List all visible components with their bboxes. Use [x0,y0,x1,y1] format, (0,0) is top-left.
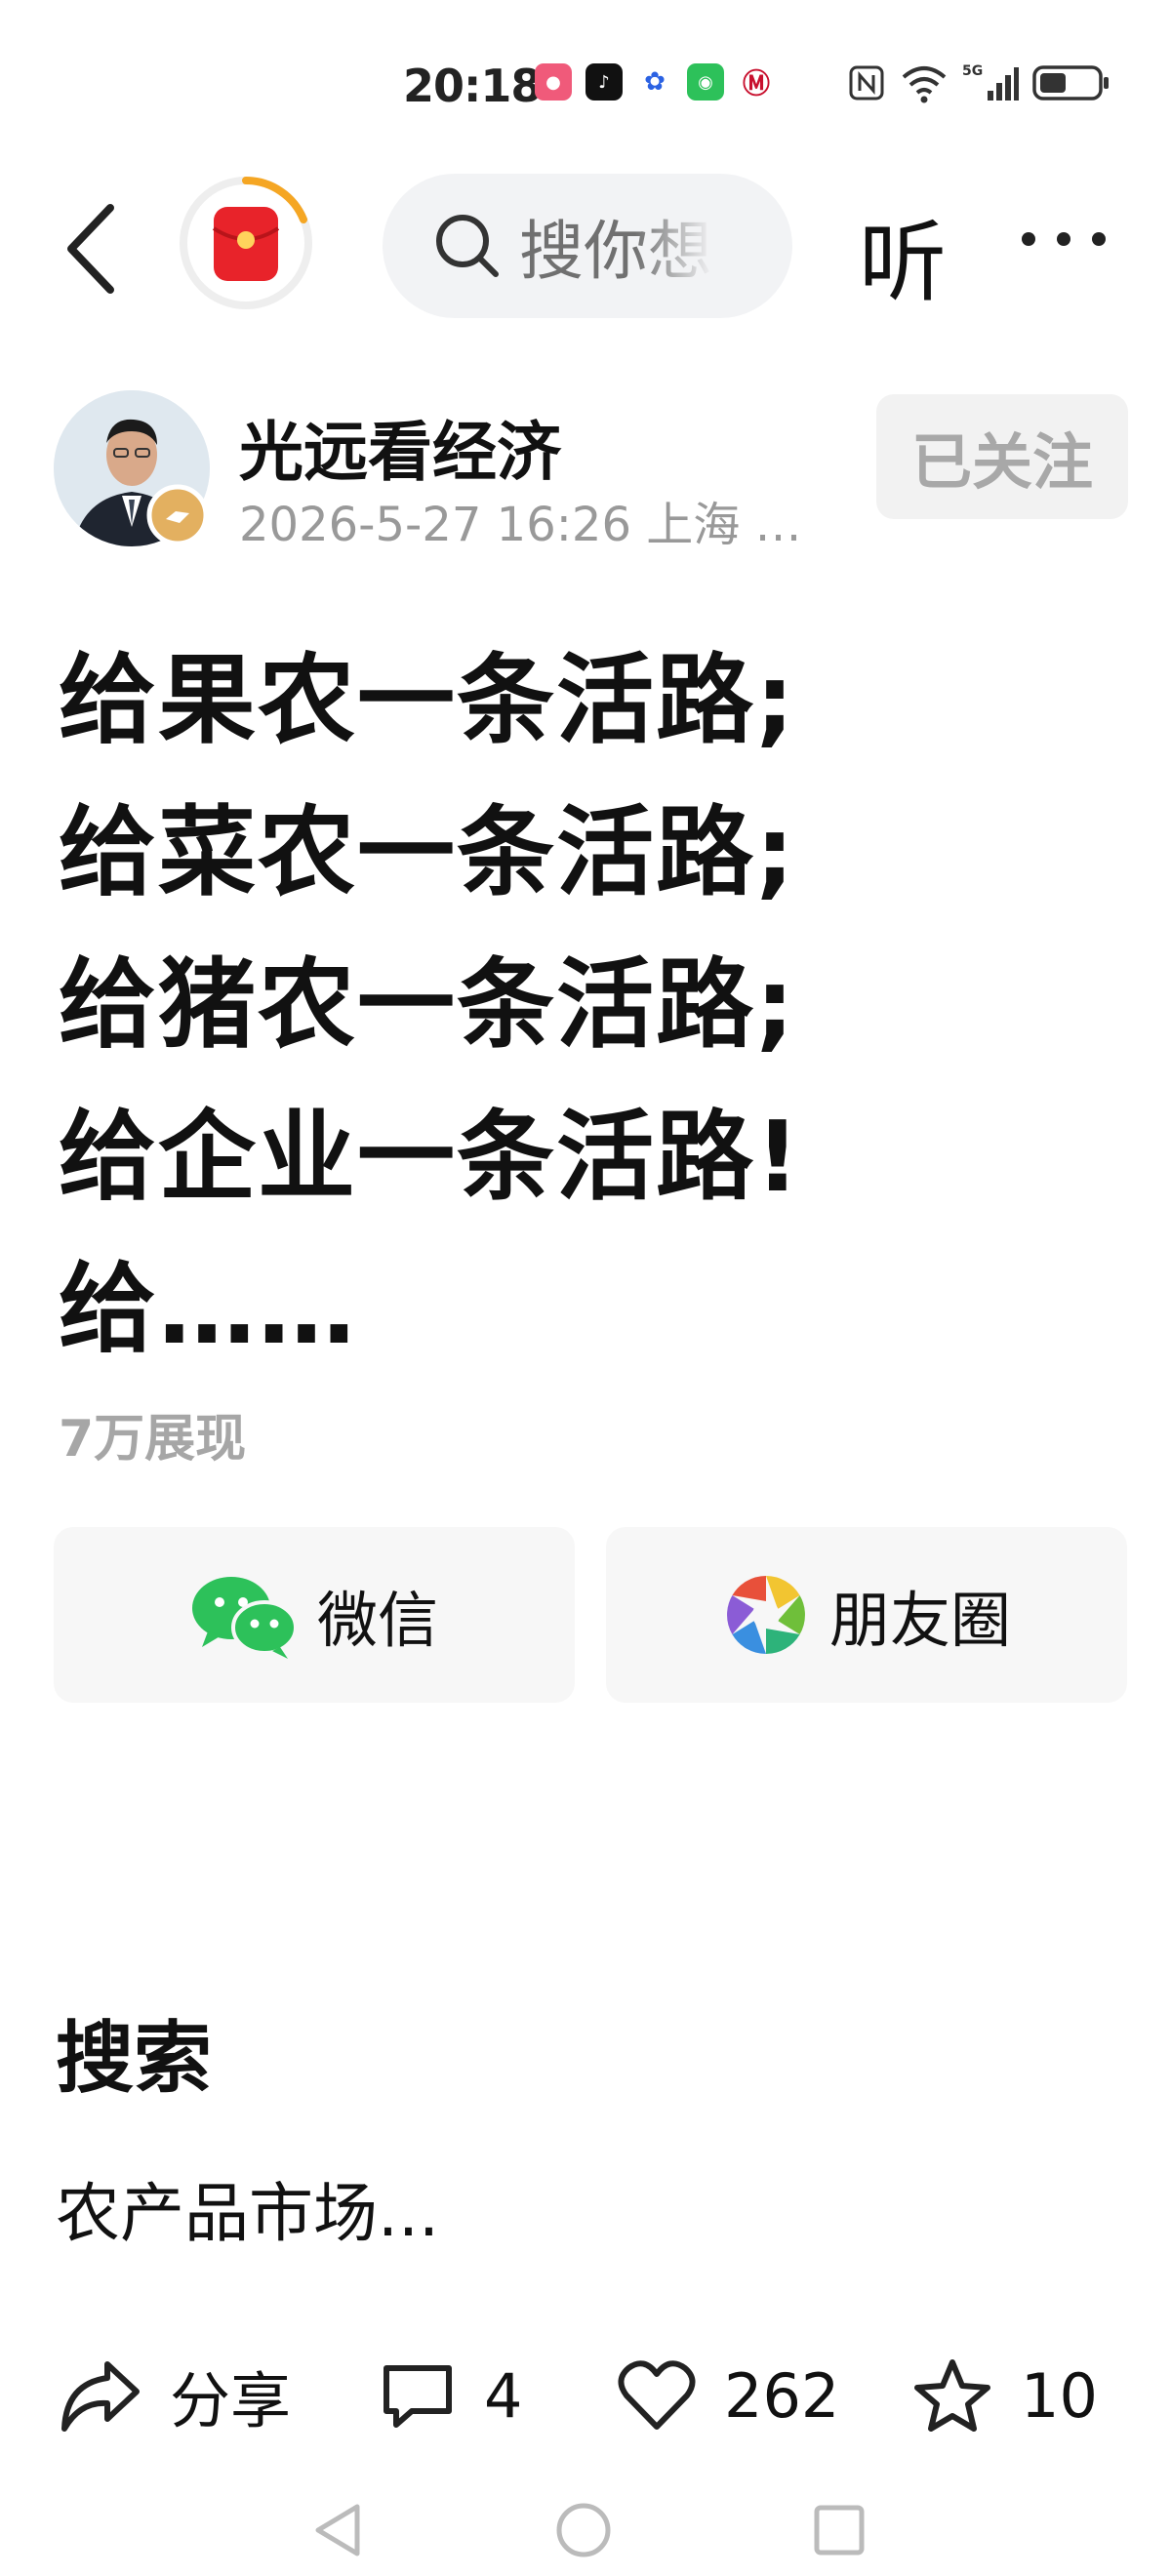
verified-badge-icon [146,484,209,546]
moments-icon [727,1576,805,1654]
top-nav: 搜你想 听 [0,166,1171,322]
like-button[interactable]: 262 [617,2342,839,2449]
comment-count: 4 [484,2359,523,2432]
share-row: 微信 朋友圈 [54,1527,1127,1703]
status-bar: 20:18 ● ♪ ✿ ◉ Ⓜ 5G [0,54,1171,122]
status-time: 20:18 [403,60,542,112]
author-row: 光远看经济 2026-5-27 16:26 上海 头条创作者 已关注 [0,390,1171,556]
share-moments-label: 朋友圈 [828,1585,1011,1656]
system-nav-bar [0,2493,1171,2571]
search-input[interactable]: 搜你想 [383,174,792,318]
post-line: 给猪农一条活路; [59,947,796,1062]
follow-button[interactable]: 已关注 [876,394,1128,519]
comment-icon [384,2365,452,2428]
red-packet-icon[interactable] [179,176,313,310]
wechat-icon: ◉ [687,63,724,101]
search-section-title: 搜索 [56,2013,212,2104]
post-line: 给…… [59,1252,357,1366]
share-label: 分享 [170,2365,292,2436]
share-wechat-button[interactable]: 微信 [54,1527,575,1703]
wifi-icon [902,66,947,103]
post-line: 给企业一条活路! [59,1100,802,1214]
signal-5g-icon: 5G [962,63,1019,101]
battery-icon [1032,65,1109,101]
nfc-icon [849,65,884,101]
author-name[interactable]: 光远看经济 [239,400,561,494]
post-content: 给果农一条活路; 给菜农一条活路; 给猪农一条活路; 给企业一条活路! 给…… [59,624,1132,1386]
star-icon [914,2359,990,2432]
nav-recents-icon[interactable] [812,2503,867,2557]
action-bar: 分享 4 262 10 [0,2342,1171,2449]
post-meta: 2026-5-27 16:26 上海 头条创作者 [239,498,844,552]
nav-home-icon[interactable] [554,2501,613,2559]
share-moments-button[interactable]: 朋友圈 [606,1527,1127,1703]
post-line: 给菜农一条活路; [59,795,796,909]
app-notification-icon: ● [535,63,572,101]
back-icon[interactable] [54,200,132,298]
more-icon[interactable] [1015,205,1112,273]
comment-button[interactable]: 4 [379,2342,522,2449]
notification-icons: ● ♪ ✿ ◉ Ⓜ [535,63,775,101]
share-button[interactable]: 分享 [59,2342,291,2449]
system-indicators: 5G [847,61,1110,104]
page: 20:18 ● ♪ ✿ ◉ Ⓜ 5G 搜你想 听 光远看经济 2026-5-27… [0,0,1171,2576]
search-placeholder: 搜你想 [519,214,712,289]
share-wechat-label: 微信 [316,1585,438,1656]
nav-back-icon[interactable] [310,2501,365,2559]
bank-icon: Ⓜ [738,63,775,101]
search-suggestion[interactable]: 农产品市场... [56,2161,439,2255]
heart-icon [618,2360,696,2430]
baidu-icon: ✿ [636,63,673,101]
svg-text:5G: 5G [962,63,983,79]
douyin-icon: ♪ [586,63,623,101]
view-count: 7万展现 [59,1410,247,1469]
search-icon [436,215,499,277]
share-icon [61,2361,140,2432]
wechat-icon [191,1577,298,1659]
post-line: 给果农一条活路; [59,643,796,757]
listen-button[interactable]: 听 [859,191,947,318]
favorite-count: 10 [1021,2359,1098,2432]
favorite-button[interactable]: 10 [911,2342,1098,2449]
like-count: 262 [724,2359,840,2432]
